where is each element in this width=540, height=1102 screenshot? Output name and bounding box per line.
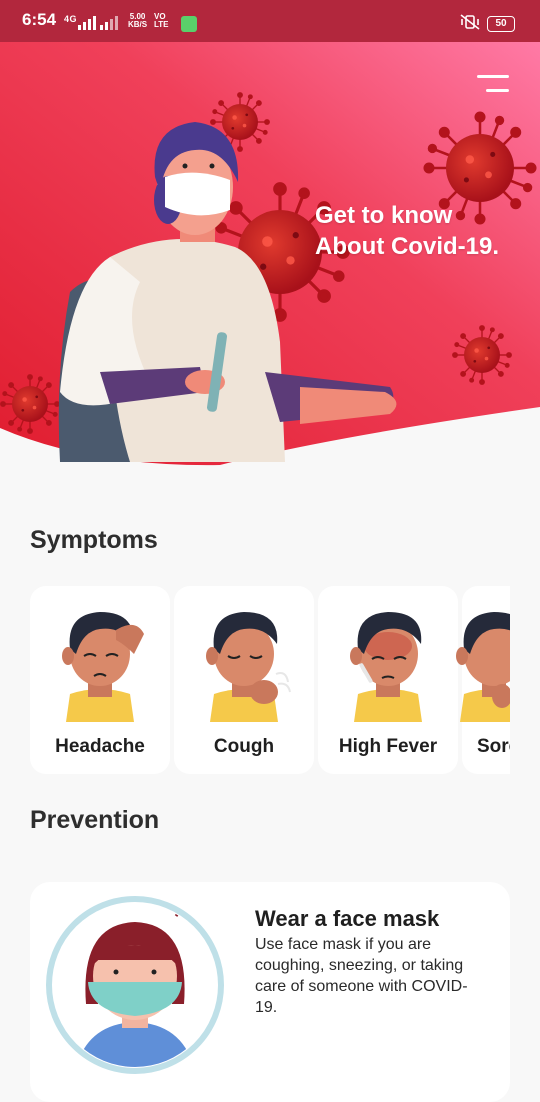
sore-throat-illustration	[456, 612, 510, 722]
headache-illustration	[62, 612, 144, 722]
symptom-card-cough[interactable]: Cough	[174, 586, 314, 774]
menu-button[interactable]	[472, 72, 512, 102]
symptom-label: Headache	[55, 736, 145, 757]
volte-indicator: VO LTE	[154, 12, 169, 29]
network-type: 4G	[64, 14, 78, 24]
symptoms-heading: Symptoms	[30, 526, 158, 554]
symptom-card-high-fever[interactable]: High Fever	[318, 586, 458, 774]
status-bar: 6:54 4G 5.00 KB/S VO LTE 50	[0, 0, 540, 42]
symptom-label: High Fever	[338, 736, 438, 757]
prevention-description: Use face mask if you are coughing, sneez…	[255, 936, 468, 1016]
symptom-card-sore[interactable]: Sore	[456, 586, 510, 774]
symptom-label: Sore	[477, 736, 510, 757]
symptoms-list[interactable]: Headache Cough High Fever Sor	[30, 586, 510, 776]
app-notification-icon	[181, 16, 197, 32]
prevention-card-face-mask[interactable]: Wear a face mask Use face mask if you ar…	[30, 882, 510, 1102]
hero-title: Get to know About Covid-19.	[315, 202, 499, 260]
battery-indicator: 50	[487, 16, 515, 32]
prevention-title: Wear a face mask	[255, 906, 440, 931]
cough-illustration	[206, 612, 291, 722]
face-mask-illustration	[46, 896, 224, 1074]
fever-illustration	[350, 612, 422, 722]
signal-icon-2	[100, 16, 118, 30]
vibrate-mute-icon	[460, 14, 480, 30]
data-speed: 5.00 KB/S	[128, 12, 148, 29]
signal-icon	[78, 16, 96, 30]
prevention-heading: Prevention	[30, 806, 160, 834]
symptom-card-headache[interactable]: Headache	[30, 586, 170, 774]
status-time: 6:54	[22, 10, 57, 29]
hamburger-menu-icon	[477, 75, 509, 78]
symptom-label: Cough	[213, 736, 275, 757]
